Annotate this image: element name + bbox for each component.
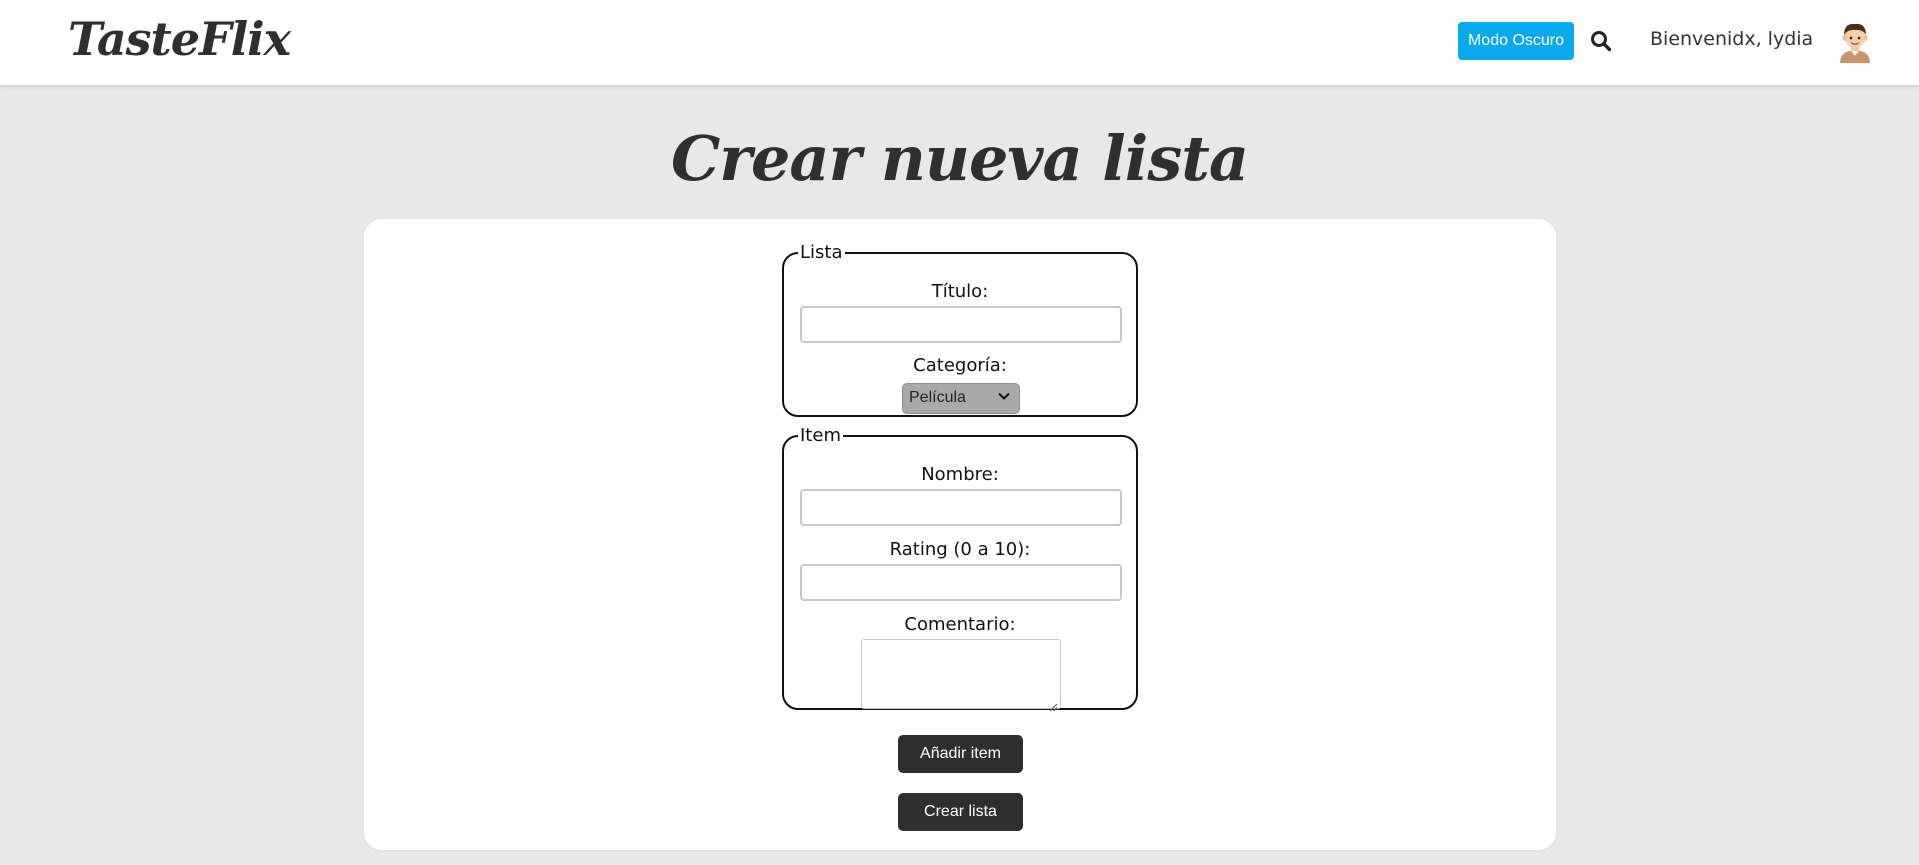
rating-label: Rating (0 a 10): xyxy=(889,539,1031,560)
category-label: Categoría: xyxy=(913,355,1007,376)
title-input[interactable] xyxy=(800,306,1122,343)
item-legend: Item xyxy=(800,425,841,446)
item-fieldset: Item Nombre: Rating (0 a 10): Comentario… xyxy=(782,425,1138,712)
category-selected-value: Película xyxy=(909,389,966,406)
name-input[interactable] xyxy=(800,489,1122,526)
avatar-icon[interactable] xyxy=(1836,19,1874,63)
app-logo[interactable]: TasteFlix xyxy=(68,12,291,66)
create-list-card: Lista Título: Categoría: Película Item N… xyxy=(364,219,1556,850)
welcome-text: Bienvenidx, lydia xyxy=(1650,28,1814,50)
comment-label: Comentario: xyxy=(904,614,1016,635)
top-navbar: TasteFlix Modo Oscuro Bienvenidx, lydia xyxy=(0,0,1919,85)
category-select[interactable]: Película xyxy=(902,383,1020,414)
name-label: Nombre: xyxy=(921,464,999,485)
title-label: Título: xyxy=(931,281,989,302)
create-list-button[interactable]: Crear lista xyxy=(898,793,1023,831)
comment-textarea[interactable] xyxy=(861,639,1061,712)
search-icon[interactable] xyxy=(1590,30,1612,52)
dark-mode-button[interactable]: Modo Oscuro xyxy=(1458,22,1574,60)
rating-input[interactable] xyxy=(800,564,1122,601)
page-title: Crear nueva lista xyxy=(670,122,1249,195)
lista-fieldset: Lista Título: Categoría: Película xyxy=(782,242,1138,417)
add-item-button[interactable]: Añadir item xyxy=(898,735,1023,773)
chevron-down-icon xyxy=(997,389,1011,403)
lista-legend: Lista xyxy=(800,242,843,263)
resize-grip-icon[interactable] xyxy=(1049,697,1058,712)
